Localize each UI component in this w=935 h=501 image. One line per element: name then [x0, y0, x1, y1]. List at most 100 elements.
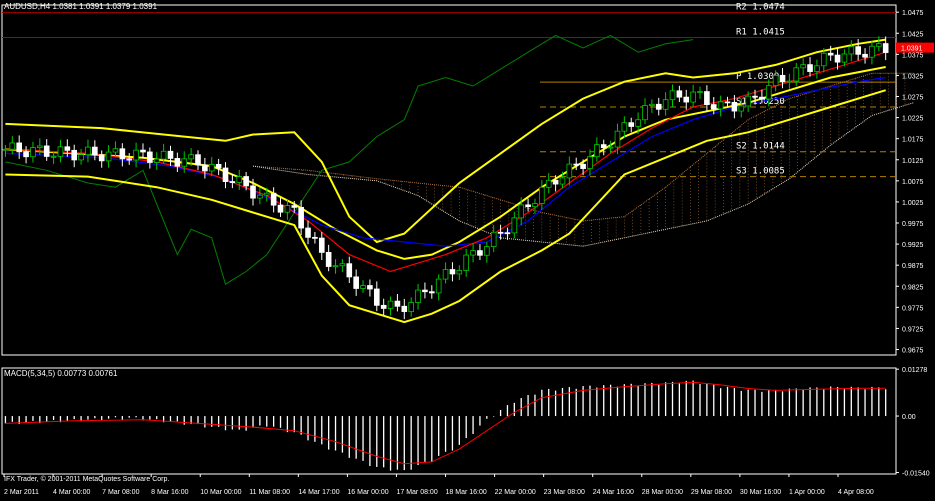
price-panel-frame: [1, 4, 897, 356]
candle-body: [78, 154, 84, 161]
candle-body: [202, 164, 208, 172]
candle-body: [497, 231, 504, 234]
candle-body: [532, 203, 538, 208]
candle-body: [862, 53, 868, 58]
candle-body: [71, 149, 78, 161]
candle-body: [477, 250, 483, 256]
candle-body: [215, 163, 222, 169]
macd-y-tick-label: 0.00: [902, 414, 916, 421]
y-tick-label: 1.0175: [902, 137, 924, 144]
y-tick-label: 0.9675: [902, 348, 924, 355]
candle-body: [559, 177, 566, 185]
candle-body: [435, 278, 442, 294]
x-tick-label: 23 Mar 08:00: [544, 489, 585, 496]
ohlc-values: 1.0381 1.0391 1.0379 1.0391: [52, 2, 158, 11]
candle-body: [518, 204, 525, 219]
candle-body: [834, 54, 841, 63]
candle-body: [655, 103, 662, 110]
candle-body: [669, 90, 676, 101]
y-tick-label: 0.9875: [902, 263, 924, 270]
candle-body: [119, 148, 126, 160]
candle-body: [270, 192, 277, 206]
candle-body: [126, 158, 133, 161]
pivot-label-s2: S2 1.0144: [736, 142, 785, 152]
candle-body: [814, 65, 820, 72]
candle-body: [841, 53, 848, 63]
candle-body: [298, 206, 304, 229]
y-tick-label: 0.9825: [902, 284, 924, 291]
candle-body: [346, 263, 353, 278]
candle-body: [429, 291, 435, 294]
candle-body: [848, 46, 855, 55]
candle-body: [511, 217, 518, 234]
candle-body: [401, 305, 408, 312]
candle-body: [229, 181, 236, 183]
candle-body: [181, 158, 188, 167]
candle-body: [380, 304, 387, 309]
candle-body: [642, 105, 648, 121]
copyright-text: IFX Trader, © 2001-2011 MetaQuotes Softw…: [4, 476, 170, 483]
candle-body: [222, 167, 229, 182]
candle-body: [717, 101, 724, 110]
candle-body: [697, 91, 703, 93]
candle-body: [504, 232, 511, 235]
candle-body: [470, 250, 476, 256]
macd-label: MACD(5,34,5): [4, 369, 56, 378]
candle-body: [160, 150, 167, 160]
candle-body: [545, 179, 552, 188]
candle-body: [580, 163, 586, 169]
candle-body: [98, 154, 105, 162]
candle-body: [112, 148, 119, 153]
macd-values: 0.00773 0.00761: [57, 369, 118, 378]
candle-body: [332, 265, 339, 268]
candle-body: [257, 194, 263, 199]
y-tick-label: 1.0125: [902, 158, 924, 165]
x-tick-label: 14 Mar 17:00: [298, 489, 339, 496]
candle-body: [484, 246, 490, 256]
candle-body: [92, 146, 98, 156]
candle-body: [573, 163, 580, 166]
candle-body: [662, 99, 669, 110]
pivot-label-r1: R1 1.0415: [736, 27, 785, 37]
y-tick-label: 1.0225: [902, 116, 924, 123]
candle-body: [676, 90, 683, 98]
candle-body: [759, 96, 765, 100]
y-tick-label: 0.9925: [902, 242, 924, 249]
candle-body: [263, 192, 270, 196]
candle-body: [649, 103, 655, 106]
candle-body: [800, 64, 806, 69]
candle-body: [50, 155, 57, 158]
candle-body: [607, 146, 614, 149]
candle-body: [600, 144, 607, 149]
candle-body: [635, 119, 641, 127]
candle-body: [360, 285, 366, 289]
macd-y-tick-label: -0.01540: [902, 471, 930, 478]
candle-body: [628, 122, 635, 127]
x-tick-label: 4 Mar 00:00: [53, 489, 90, 496]
candle-body: [724, 101, 731, 104]
candle-body: [243, 176, 249, 187]
chart-header: AUDUSD,H4 1.0381 1.0391 1.0379 1.0391: [4, 2, 157, 11]
candle-body: [731, 101, 738, 112]
candle-body: [855, 46, 861, 55]
x-tick-label: 29 Mar 08:00: [691, 489, 732, 496]
chart-canvas[interactable]: 1.04751.04251.03751.03251.02751.02251.01…: [0, 0, 935, 497]
candle-body: [339, 263, 346, 267]
candle-body: [552, 179, 559, 185]
candle-body: [16, 142, 22, 153]
pivot-label-s3: S3 1.0085: [736, 167, 785, 177]
x-tick-label: 2 Mar 2011: [4, 489, 39, 496]
y-tick-label: 0.9975: [902, 221, 924, 228]
y-tick-label: 0.9775: [902, 305, 924, 312]
candle-body: [765, 85, 772, 100]
candle-body: [174, 158, 181, 167]
candle-body: [807, 64, 813, 72]
candle-body: [325, 251, 332, 267]
x-tick-label: 22 Mar 00:00: [495, 489, 536, 496]
candle-body: [827, 52, 834, 56]
candle-body: [683, 96, 690, 103]
candle-body: [367, 285, 373, 290]
x-tick-label: 7 Mar 08:00: [102, 489, 139, 496]
candle-body: [277, 204, 284, 213]
candle-body: [394, 300, 401, 307]
